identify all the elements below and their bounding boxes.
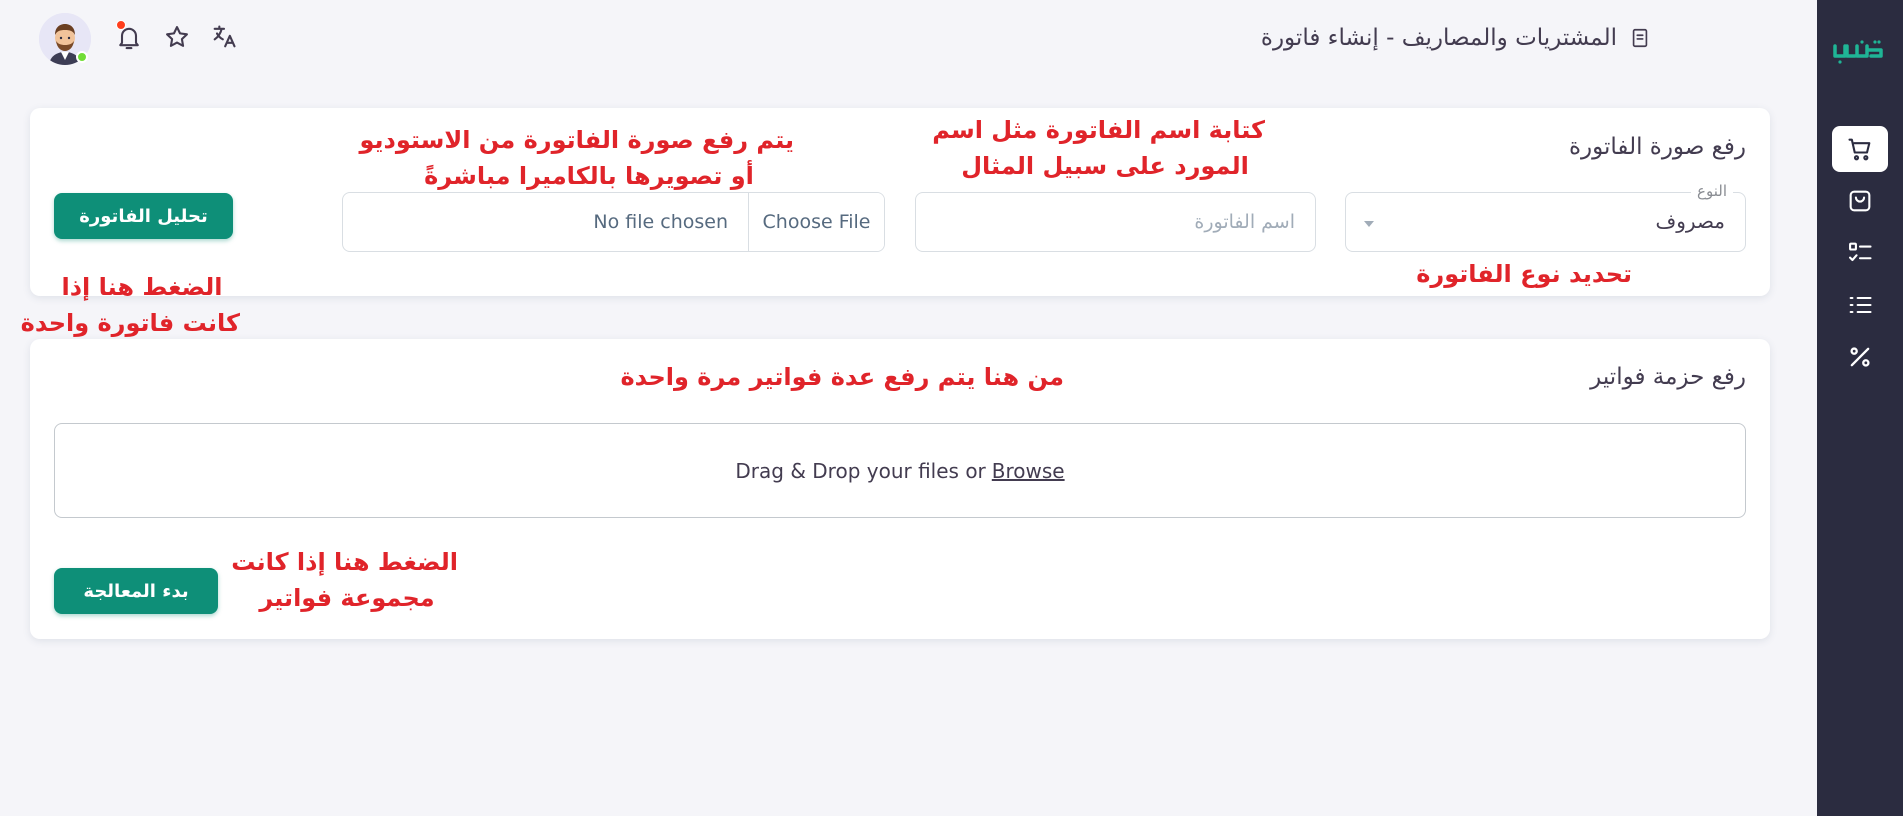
annotation-upload-line2: أو تصويرها بالكاميرا مباشرةً (424, 162, 754, 190)
page-title: المشتريات والمصاريف - إنشاء فاتورة (1261, 20, 1651, 56)
page-title-text: المشتريات والمصاريف - إنشاء فاتورة (1260, 25, 1617, 51)
sidebar (1817, 0, 1903, 816)
document-icon (1632, 28, 1648, 48)
checklist-icon (1849, 242, 1872, 262)
list-icon (1849, 296, 1872, 314)
batch-upload-title: رفع حزمة فواتير (1590, 364, 1746, 390)
annotation-name-line2: المورد على سبيل المثال (961, 152, 1249, 180)
shopping-bag-icon (1849, 190, 1871, 212)
topbar: المشتريات والمصاريف - إنشاء فاتورة (0, 0, 1817, 80)
annotation-process-line2: مجموعة فواتير (259, 584, 435, 612)
sidebar-item-purchases[interactable] (1832, 126, 1888, 172)
translate-button[interactable] (207, 20, 241, 54)
invoice-type-label: النوع (1691, 182, 1733, 200)
invoice-type-select[interactable]: النوع مصروف (1345, 182, 1746, 252)
invoice-name-input[interactable] (915, 192, 1316, 252)
chevron-down-icon (1364, 221, 1374, 227)
annotation-analyze: الضغط هنا إذا كانت فاتورة واحدة (20, 269, 240, 341)
annotation-process-line1: الضغط هنا إذا كانت (231, 548, 458, 576)
sidebar-item-taxes[interactable] (1832, 334, 1888, 380)
star-icon (166, 26, 188, 47)
annotation-batch: من هنا يتم رفع عدة فواتير مرة واحدة (620, 359, 1064, 395)
single-invoice-title: رفع صورة الفاتورة (1568, 134, 1746, 160)
annotation-upload: يتم رفع صورة الفاتورة من الاستوديو أو تص… (359, 122, 795, 194)
annotation-process: الضغط هنا إذا كانت مجموعة فواتير (231, 544, 458, 616)
annotation-analyze-line1: الضغط هنا إذا (61, 273, 223, 301)
file-dropzone[interactable]: Drag & Drop your files or Browse (54, 423, 1746, 518)
choose-file-button[interactable]: Choose File (748, 193, 884, 251)
invoice-type-value: مصروف (1655, 209, 1725, 233)
online-status-dot (76, 51, 88, 63)
browse-link[interactable]: Browse (992, 459, 1065, 483)
percent-icon (1850, 347, 1870, 367)
file-status-text: No file chosen (593, 211, 728, 233)
sidebar-item-orders[interactable] (1832, 178, 1888, 224)
dropzone-text: Drag & Drop your files or (735, 458, 986, 483)
sidebar-item-list[interactable] (1832, 282, 1888, 328)
cart-icon (1848, 138, 1871, 161)
invoice-file-input[interactable]: Choose File No file chosen (342, 192, 885, 252)
notifications-button[interactable] (112, 20, 146, 54)
annotation-analyze-line2: كانت فاتورة واحدة (20, 309, 240, 337)
logo-icon[interactable] (1833, 38, 1885, 68)
annotation-name-line1: كتابة اسم الفاتورة مثل اسم (932, 116, 1265, 144)
annotation-batch-text: من هنا يتم رفع عدة فواتير مرة واحدة (620, 363, 1064, 391)
sidebar-item-tasks[interactable] (1832, 230, 1888, 276)
annotation-type: تحديد نوع الفاتورة (1416, 256, 1632, 292)
translate-icon (213, 25, 236, 48)
annotation-upload-line1: يتم رفع صورة الفاتورة من الاستوديو (359, 126, 795, 154)
annotation-type-text: تحديد نوع الفاتورة (1416, 260, 1632, 288)
start-processing-button[interactable]: بدء المعالجة (54, 568, 218, 614)
notification-badge (116, 20, 126, 30)
analyze-invoice-button[interactable]: تحليل الفاتورة (54, 193, 233, 239)
annotation-name: كتابة اسم الفاتورة مثل اسم المورد على سب… (932, 112, 1265, 184)
favorites-button[interactable] (160, 20, 194, 54)
